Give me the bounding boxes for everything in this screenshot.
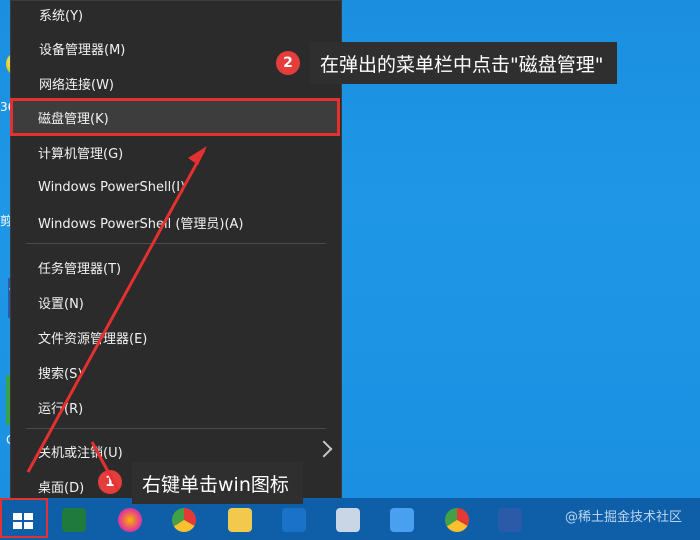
menu-item-label: 运行(R)	[38, 401, 84, 417]
menu-item-file-explorer[interactable]: 文件资源管理器(E)	[10, 320, 342, 354]
menu-item-label: 文件资源管理器(E)	[38, 331, 148, 347]
menu-item-powershell-admin[interactable]: Windows PowerShell (管理员)(A)	[10, 205, 342, 239]
menu-separator	[26, 428, 326, 429]
windows-start-icon[interactable]	[13, 513, 33, 529]
step-badge-1: 1	[98, 470, 122, 494]
menu-item-run[interactable]: 运行(R)	[10, 390, 342, 424]
menu-item-label: 任务管理器(T)	[38, 261, 122, 277]
step-badge-2: 2	[276, 51, 300, 75]
chrome-icon[interactable]	[172, 508, 196, 532]
menu-item-label: 设置(N)	[38, 296, 84, 312]
callout-step-1: 右键单击win图标	[132, 462, 303, 504]
phone-icon[interactable]	[390, 508, 414, 532]
menu-item-task-manager[interactable]: 任务管理器(T)	[10, 250, 342, 284]
menu-item-label: 计算机管理(G)	[38, 146, 124, 162]
menu-item-label: 桌面(D)	[38, 480, 85, 496]
app-icon[interactable]	[282, 508, 306, 532]
menu-item-label: 关机或注销(U)	[38, 445, 123, 461]
callout-step-2: 在弹出的菜单栏中点击"磁盘管理"	[310, 42, 618, 84]
chrome-icon[interactable]	[445, 508, 469, 532]
menu-item-powershell[interactable]: Windows PowerShell(I)	[10, 170, 342, 204]
menu-separator	[26, 243, 326, 244]
menu-item-settings[interactable]: 设置(N)	[10, 285, 342, 319]
folder-icon[interactable]	[228, 508, 252, 532]
browser-icon[interactable]	[118, 508, 142, 532]
menu-overlay: 磁盘管理(K) 计算机管理(G) Windows PowerShell(I) W…	[10, 0, 342, 506]
app-icon[interactable]	[336, 508, 360, 532]
watermark: @稀土掘金技术社区	[564, 510, 682, 525]
excel-icon[interactable]	[62, 508, 86, 532]
menu-item-label: Windows PowerShell(I)	[38, 179, 186, 195]
menu-item-label: Windows PowerShell (管理员)(A)	[38, 216, 244, 232]
menu-item-label: 搜索(S)	[38, 366, 83, 382]
menu-item-search[interactable]: 搜索(S)	[10, 355, 342, 389]
menu-item-computer-management[interactable]: 计算机管理(G)	[10, 135, 342, 169]
chevron-right-icon	[315, 440, 333, 458]
menu-item-label: 磁盘管理(K)	[38, 111, 109, 127]
word-icon[interactable]	[498, 508, 522, 532]
menu-item-disk-management[interactable]: 磁盘管理(K)	[10, 100, 342, 134]
